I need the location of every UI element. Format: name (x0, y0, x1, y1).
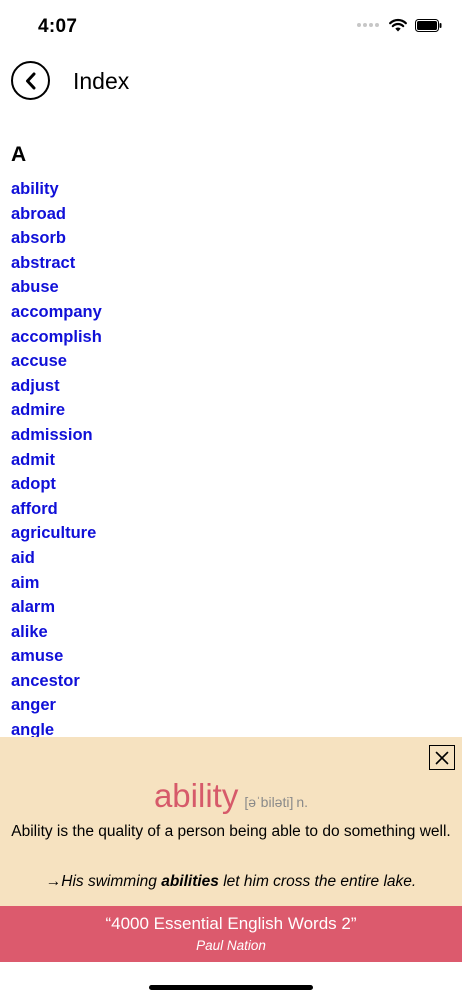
definition-text: Ability is the quality of a person being… (11, 823, 451, 840)
nav-bar: Index (0, 58, 462, 104)
word-link[interactable]: alarm (11, 595, 102, 620)
status-bar: 4:07 (0, 0, 462, 50)
pronunciation: [əˈbiləti] (244, 794, 294, 810)
example-prefix: →His swimming (45, 873, 162, 890)
definition-panel: ability [əˈbiləti] n. Ability is the quali… (0, 737, 462, 906)
status-icons (357, 18, 442, 32)
home-indicator (149, 985, 313, 990)
word-list: ability abroad absorb abstract abuse accompan… (11, 177, 102, 743)
headword: ability (153, 777, 239, 814)
word-link[interactable]: agriculture (11, 521, 102, 546)
battery-icon (415, 18, 442, 32)
word-link[interactable]: adopt (11, 472, 102, 497)
word-link[interactable]: admire (11, 398, 102, 423)
signal-icon (357, 23, 379, 27)
word-header: ability [əˈbiləti] n. (0, 777, 462, 815)
word-link[interactable]: afford (11, 497, 102, 522)
back-button[interactable] (11, 61, 50, 100)
word-link[interactable]: anger (11, 693, 102, 718)
word-link[interactable]: abuse (11, 275, 102, 300)
word-link[interactable]: abstract (11, 251, 102, 276)
close-button[interactable] (429, 745, 455, 770)
example-suffix: let him cross the entire lake. (218, 873, 417, 890)
word-link[interactable]: admit (11, 448, 102, 473)
example-sentence: →His swimming abilities let him cross th… (0, 873, 462, 891)
page-title: Index (73, 68, 130, 94)
word-link[interactable]: admission (11, 423, 102, 448)
word-link[interactable]: ability (11, 177, 102, 202)
word-link[interactable]: adjust (11, 374, 102, 399)
wifi-icon (389, 18, 407, 32)
word-link[interactable]: accuse (11, 349, 102, 374)
word-link[interactable]: ancestor (11, 669, 102, 694)
book-banner: “4000 Essential English Words 2” Paul Na… (0, 906, 462, 962)
book-author: Paul Nation (196, 938, 266, 953)
status-time: 4:07 (38, 16, 78, 37)
word-link[interactable]: amuse (11, 644, 102, 669)
word-link[interactable]: abroad (11, 202, 102, 227)
word-link[interactable]: alike (11, 620, 102, 645)
book-title: “4000 Essential English Words 2” (105, 914, 357, 933)
word-link[interactable]: aim (11, 571, 102, 596)
part-of-speech: n. (296, 794, 309, 810)
close-icon (435, 751, 449, 764)
word-link[interactable]: absorb (11, 226, 102, 251)
chevron-left-icon (25, 72, 35, 89)
example-highlight: abilities (161, 873, 219, 890)
word-link[interactable]: accomplish (11, 325, 102, 350)
word-link[interactable]: accompany (11, 300, 102, 325)
word-link[interactable]: aid (11, 546, 102, 571)
section-letter: A (11, 143, 27, 166)
